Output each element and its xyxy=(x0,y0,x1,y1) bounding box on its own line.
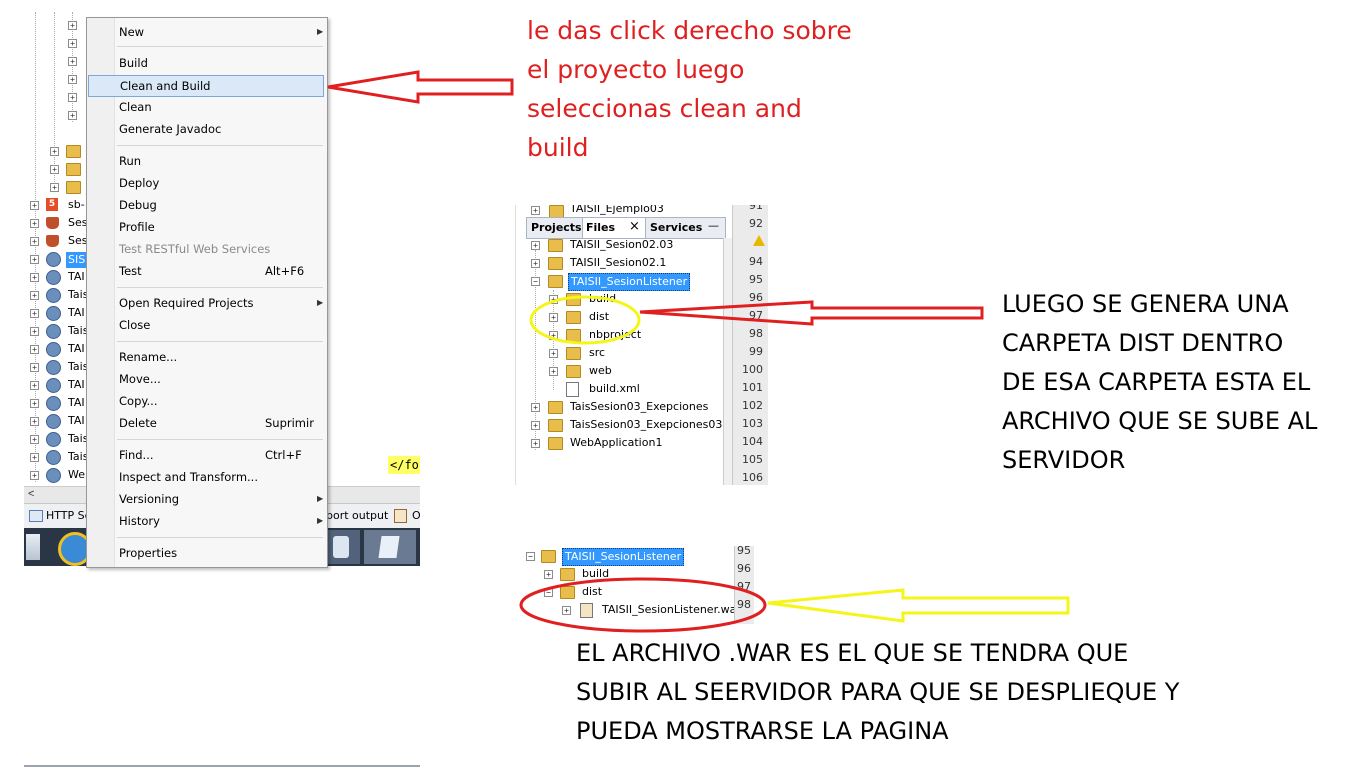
annotation-dist-explanation: LUEGO SE GENERA UNA CARPETA DIST DENTRO … xyxy=(1002,285,1362,480)
annotation-line: seleccionas clean and xyxy=(527,94,802,123)
annotation-line: PUEDA MOSTRARSE LA PAGINA xyxy=(576,717,949,745)
red-arrow-to-clean-and-build xyxy=(327,70,514,104)
annotation-line: EL ARCHIVO .WAR ES EL QUE SE TENDRA QUE xyxy=(576,639,1129,667)
yellow-circle-dist xyxy=(529,295,641,345)
annotation-line: SUBIR AL SEERVIDOR PARA QUE SE DESPLIEQU… xyxy=(576,678,1180,706)
annotation-line: ARCHIVO QUE SE SUBE AL xyxy=(1002,407,1318,435)
annotation-line: build xyxy=(527,133,589,162)
annotation-line: el proyecto luego xyxy=(527,55,745,84)
annotation-war-explanation: EL ARCHIVO .WAR ES EL QUE SE TENDRA QUE … xyxy=(576,634,1276,751)
annotation-instruction-red: le das click derecho sobre el proyecto l… xyxy=(527,11,887,167)
annotation-line: DE ESA CARPETA ESTA EL xyxy=(1002,368,1311,396)
annotation-line: CARPETA DIST DENTRO xyxy=(1002,329,1284,357)
annotation-line: SERVIDOR xyxy=(1002,446,1126,474)
red-circle-war-file xyxy=(519,577,767,633)
red-arrow-to-dist xyxy=(639,300,984,326)
annotation-line: le das click derecho sobre xyxy=(527,16,852,45)
yellow-arrow-to-war xyxy=(767,588,1070,623)
annotation-line: LUEGO SE GENERA UNA xyxy=(1002,290,1289,318)
